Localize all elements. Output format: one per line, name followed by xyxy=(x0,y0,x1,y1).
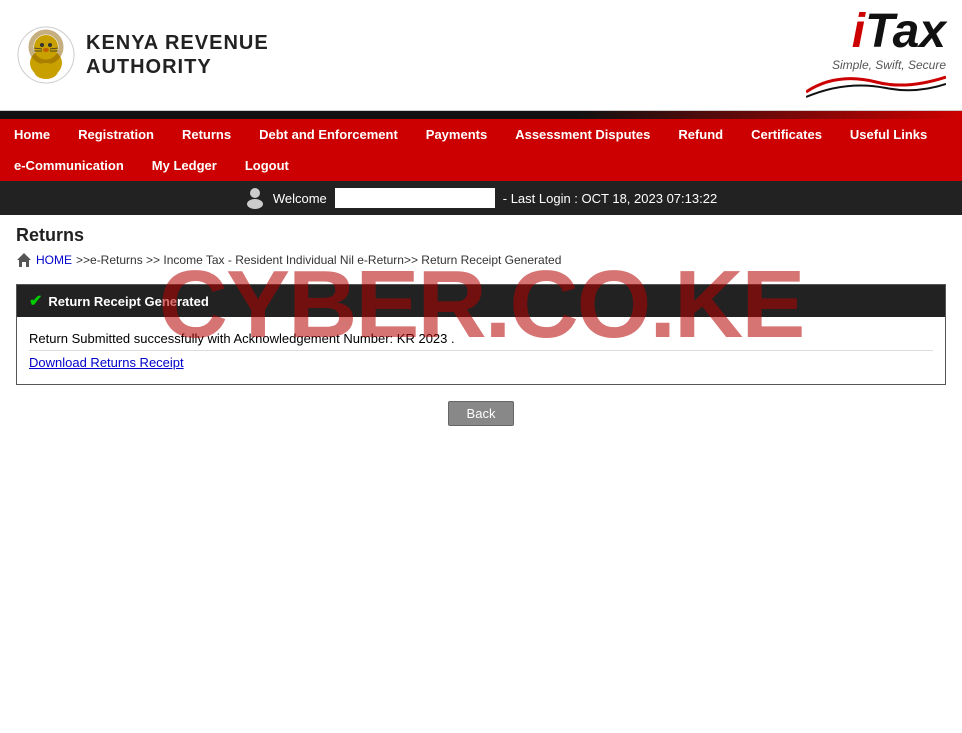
status-punctuation: . xyxy=(451,331,455,346)
result-box-title: Return Receipt Generated xyxy=(48,294,208,309)
itax-tax-text: Tax xyxy=(865,8,946,56)
kra-lion-icon xyxy=(16,25,76,85)
kra-name: Kenya Revenue Authority xyxy=(86,31,269,79)
download-receipt-link[interactable]: Download Returns Receipt xyxy=(29,355,184,370)
nav-row-2: e-Communication My Ledger Logout xyxy=(0,150,962,181)
itax-swoosh-icon xyxy=(806,72,946,102)
status-row: Return Submitted successfully with Ackno… xyxy=(29,327,933,351)
back-btn-container: Back xyxy=(16,401,946,426)
nav-payments[interactable]: Payments xyxy=(412,119,501,150)
back-button[interactable]: Back xyxy=(448,401,515,426)
last-login: - Last Login : OCT 18, 2023 07:13:22 xyxy=(503,191,717,206)
result-box-body: Return Submitted successfully with Ackno… xyxy=(17,317,945,384)
result-box-header: ✔ Return Receipt Generated xyxy=(17,285,945,317)
itax-tagline: Simple, Swift, Secure xyxy=(832,58,946,72)
nav-refund[interactable]: Refund xyxy=(664,119,737,150)
kra-logo: Kenya Revenue Authority xyxy=(16,25,269,85)
nav-debt[interactable]: Debt and Enforcement xyxy=(245,119,412,150)
itax-i-text: i xyxy=(852,8,865,56)
home-icon xyxy=(16,252,32,268)
status-suffix: 2023 xyxy=(418,331,447,346)
download-row: Download Returns Receipt xyxy=(29,351,933,374)
nav-useful-links[interactable]: Useful Links xyxy=(836,119,941,150)
welcome-name xyxy=(335,188,495,208)
breadcrumb-home-link[interactable]: HOME xyxy=(36,253,72,267)
nav-logout[interactable]: Logout xyxy=(231,150,303,181)
welcome-label: Welcome xyxy=(273,191,327,206)
result-box: ✔ Return Receipt Generated Return Submit… xyxy=(16,284,946,385)
page-header: Kenya Revenue Authority i Tax Simple, Sw… xyxy=(0,0,962,111)
nav-home[interactable]: Home xyxy=(0,119,64,150)
itax-logo: i Tax Simple, Swift, Secure xyxy=(806,8,946,102)
status-text: Return Submitted successfully with Ackno… xyxy=(29,331,455,346)
header-divider xyxy=(0,111,962,119)
user-icon xyxy=(245,187,265,209)
nav-row-1: Home Registration Returns Debt and Enfor… xyxy=(0,119,962,150)
nav-registration[interactable]: Registration xyxy=(64,119,168,150)
breadcrumb: HOME >>e-Returns >> Income Tax - Residen… xyxy=(16,252,946,268)
nav-ecommunication[interactable]: e-Communication xyxy=(0,150,138,181)
welcome-bar: Welcome - Last Login : OCT 18, 2023 07:1… xyxy=(0,181,962,215)
breadcrumb-path: >>e-Returns >> Income Tax - Resident Ind… xyxy=(76,253,561,267)
nav-assessment[interactable]: Assessment Disputes xyxy=(501,119,664,150)
nav-my-ledger[interactable]: My Ledger xyxy=(138,150,231,181)
main-nav: Home Registration Returns Debt and Enfor… xyxy=(0,119,962,181)
page-content: Returns HOME >>e-Returns >> Income Tax -… xyxy=(0,215,962,436)
page-title: Returns xyxy=(16,225,946,246)
nav-returns[interactable]: Returns xyxy=(168,119,245,150)
nav-certificates[interactable]: Certificates xyxy=(737,119,836,150)
check-icon: ✔ xyxy=(29,291,42,311)
